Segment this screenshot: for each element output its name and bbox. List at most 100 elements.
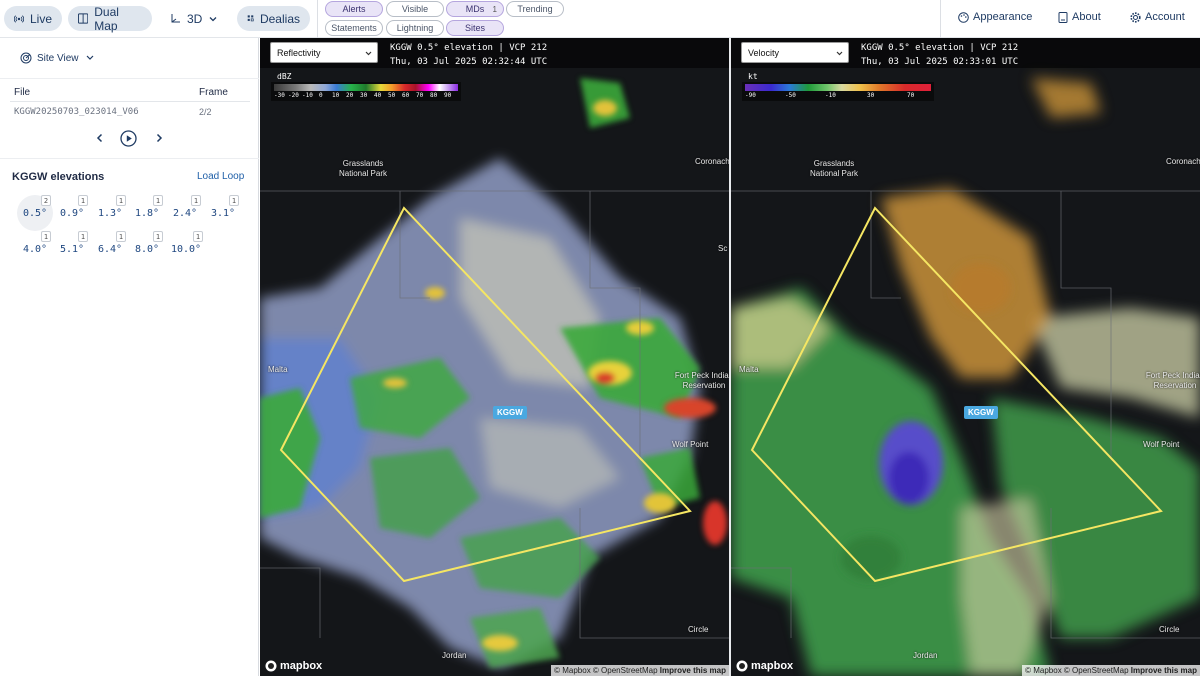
chip-alerts[interactable]: Alerts: [325, 1, 383, 17]
dealias-button[interactable]: Dealias: [237, 6, 310, 31]
elevation-button[interactable]: 0.9° 1: [54, 195, 90, 231]
elevation-label: 10.0°: [170, 243, 202, 255]
scan-info: KGGW 0.5° elevation | VCP 212 Thu, 03 Jul…: [861, 41, 1018, 69]
appearance-label: Appearance: [973, 11, 1033, 23]
osm-attribution-link[interactable]: © OpenStreetMap: [1064, 666, 1129, 675]
chip-statements[interactable]: Statements: [325, 20, 383, 36]
mapbox-icon: [736, 660, 748, 672]
dual-map-icon: [78, 13, 89, 24]
map-attribution: © Mapbox © OpenStreetMap Improve this ma…: [551, 665, 729, 676]
file-header: File: [14, 87, 31, 98]
about-label: About: [1072, 11, 1101, 23]
elevation-button[interactable]: 4.0° 1: [17, 231, 53, 267]
play-icon[interactable]: [120, 130, 137, 147]
chip-sites-label: Sites: [464, 23, 485, 33]
place-label: Grasslands National Park: [338, 159, 388, 178]
chip-visible[interactable]: Visible: [386, 1, 444, 17]
radar-site-marker[interactable]: KGGW: [493, 406, 527, 419]
place-label: Fort Peck Indian Reservation: [1145, 371, 1200, 390]
place-label: Circle: [688, 625, 709, 634]
improve-map-link[interactable]: Improve this map: [1131, 666, 1197, 675]
place-label: Sc: [718, 244, 728, 253]
next-frame-icon[interactable]: [153, 132, 165, 144]
axis-3d-icon: [171, 14, 180, 23]
dealias-icon: [247, 15, 254, 22]
mapbox-logo[interactable]: mapbox: [736, 660, 793, 672]
place-label: Malta: [268, 365, 288, 374]
legend-ticks: -30 -20 -10 0 10 20 30 40 50 60 70 80 90: [274, 91, 458, 100]
elevation-button[interactable]: 0.5° 2: [17, 195, 53, 231]
place-label: Jordan: [913, 651, 938, 660]
elevation-count: 1: [116, 231, 126, 242]
legend-tick: -30: [274, 92, 285, 99]
legend-tick: 60: [402, 92, 410, 99]
place-label: Coronach: [695, 157, 729, 166]
place-label: Grasslands National Park: [809, 159, 859, 178]
elevation-button[interactable]: 10.0° 1: [167, 231, 205, 267]
legend-tick: 10: [332, 92, 340, 99]
place-label: Circle: [1159, 625, 1180, 634]
product-select-value: Velocity: [748, 47, 780, 58]
chip-statements-label: Statements: [331, 23, 377, 33]
place-label: Wolf Point: [672, 440, 709, 449]
reflectivity-color-scale: [274, 84, 458, 91]
elevation-button[interactable]: 3.1° 1: [205, 195, 241, 231]
previous-frame-icon[interactable]: [94, 132, 106, 144]
elevation-button[interactable]: 1.3° 1: [92, 195, 128, 231]
about-link[interactable]: About: [1058, 11, 1101, 23]
legend-tick: -90: [745, 92, 756, 99]
map-attribution: © Mapbox © OpenStreetMap Improve this ma…: [1022, 665, 1200, 676]
toolbar-divider: [317, 0, 318, 38]
legend-tick: -10: [825, 92, 836, 99]
site-view-dropdown[interactable]: Site View: [20, 52, 96, 64]
mapbox-logo-text: mapbox: [280, 660, 323, 672]
legend-tick: 30: [360, 92, 368, 99]
mapbox-attribution-link[interactable]: © Mapbox: [1025, 666, 1062, 675]
velocity-map[interactable]: Velocity KGGW 0.5° elevation | VCP 212 Th…: [731, 38, 1200, 676]
scan-info-line1: KGGW 0.5° elevation | VCP 212: [861, 43, 1019, 53]
elevation-label: 1.8°: [134, 207, 160, 219]
product-select[interactable]: Reflectivity: [270, 42, 378, 63]
mapbox-attribution-link[interactable]: © Mapbox: [554, 666, 591, 675]
improve-map-link[interactable]: Improve this map: [660, 666, 726, 675]
dual-map-button[interactable]: Dual Map: [68, 4, 152, 33]
mapbox-logo[interactable]: mapbox: [265, 660, 322, 672]
legend-tick: 20: [346, 92, 354, 99]
chip-sites[interactable]: Sites: [446, 20, 504, 36]
chip-mds[interactable]: MDs 1: [446, 1, 504, 17]
load-loop-link[interactable]: Load Loop: [197, 171, 244, 182]
osm-attribution-link[interactable]: © OpenStreetMap: [593, 666, 658, 675]
chip-trending-label: Trending: [517, 4, 553, 14]
elevation-button[interactable]: 2.4° 1: [167, 195, 203, 231]
legend-tick: 30: [867, 92, 875, 99]
legend-tick: 90: [444, 92, 452, 99]
elevation-button[interactable]: 8.0° 1: [129, 231, 165, 267]
chip-mds-count: 1: [492, 4, 497, 14]
elevation-label: 8.0°: [134, 243, 160, 255]
elevation-count: 1: [116, 195, 126, 206]
elevation-count: 1: [229, 195, 239, 206]
elevation-label: 0.5°: [22, 207, 48, 219]
dual-map-label: Dual Map: [94, 4, 119, 33]
gear-icon: [1130, 11, 1141, 23]
reflectivity-map[interactable]: Reflectivity KGGW 0.5° elevation | VCP 2…: [260, 38, 729, 676]
three-d-label: 3D: [187, 11, 203, 26]
mapbox-logo-text: mapbox: [751, 660, 794, 672]
elevations-title: KGGW elevations: [12, 171, 105, 183]
appearance-link[interactable]: Appearance: [958, 11, 1032, 23]
divider: [10, 101, 250, 102]
live-button[interactable]: Live: [4, 6, 62, 31]
elevation-button[interactable]: 6.4° 1: [92, 231, 128, 267]
elevation-label: 5.1°: [59, 243, 85, 255]
elevation-button[interactable]: 5.1° 1: [54, 231, 90, 267]
chip-trending[interactable]: Trending: [506, 1, 564, 17]
chip-visible-label: Visible: [401, 4, 429, 14]
elevation-label: 4.0°: [22, 243, 48, 255]
scan-info-line2: Thu, 03 Jul 2025 02:32:44 UTC: [390, 57, 548, 67]
account-link[interactable]: Account: [1130, 11, 1185, 23]
chip-lightning[interactable]: Lightning: [386, 20, 444, 36]
three-d-dropdown[interactable]: 3D: [160, 6, 230, 31]
radar-site-marker[interactable]: KGGW: [964, 406, 998, 419]
product-select[interactable]: Velocity: [741, 42, 849, 63]
elevation-button[interactable]: 1.8° 1: [129, 195, 165, 231]
